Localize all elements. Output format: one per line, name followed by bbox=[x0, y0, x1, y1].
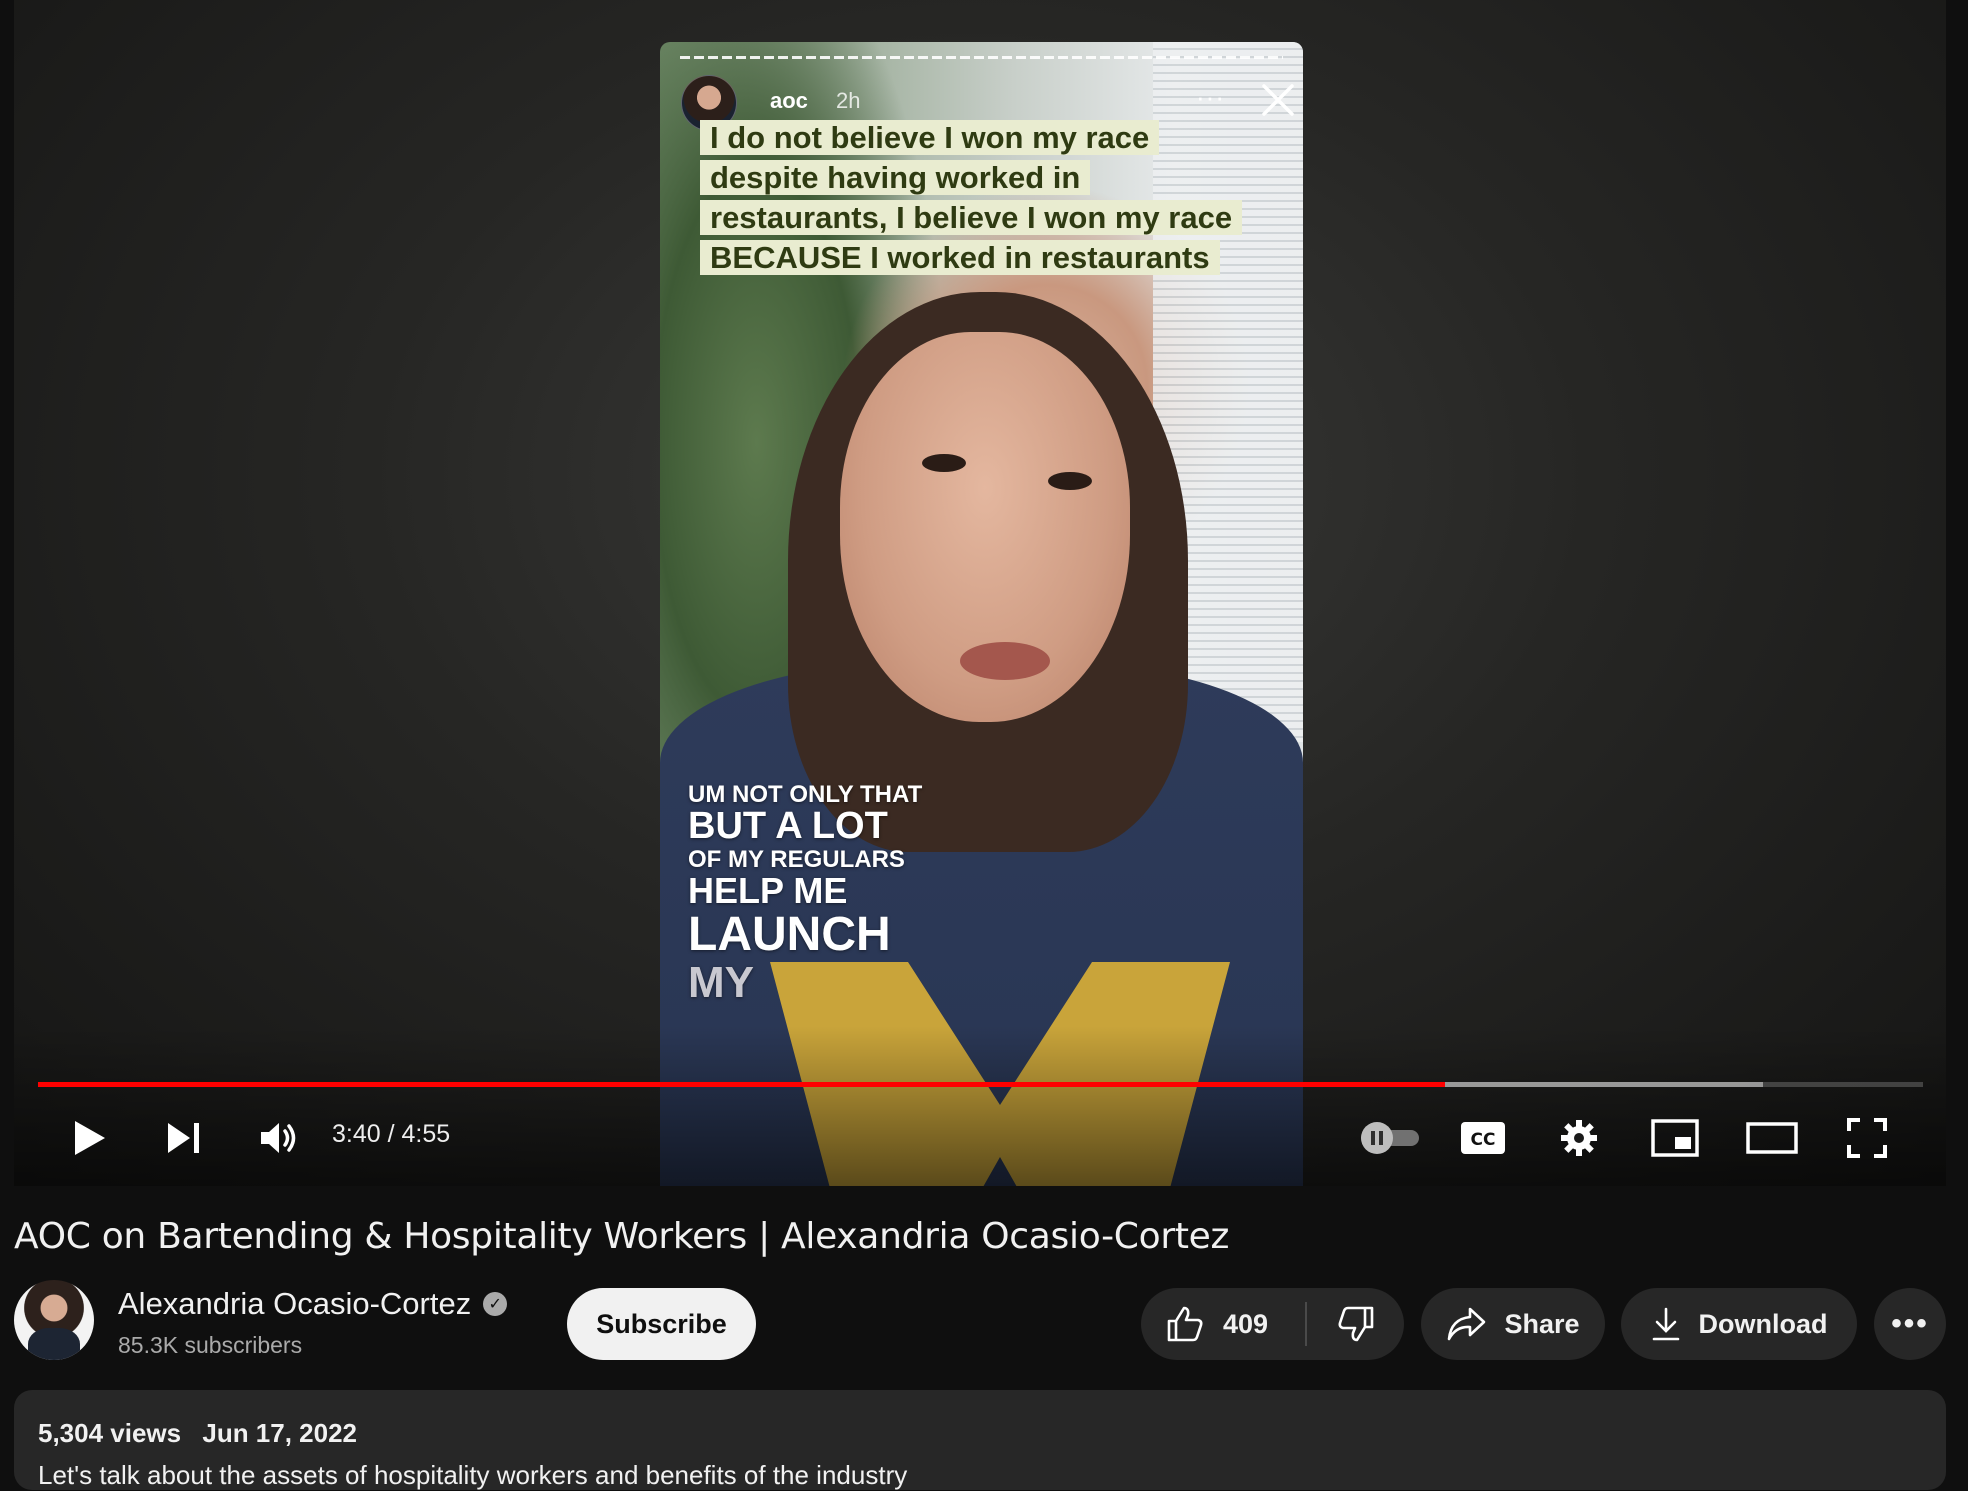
description-box[interactable]: 5,304 views Jun 17, 2022 Let's talk abou… bbox=[14, 1390, 1946, 1490]
caption-line: BECAUSE I worked in restaurants bbox=[700, 240, 1220, 275]
subtitle-line: BUT A LOT bbox=[688, 805, 888, 848]
channel-name[interactable]: Alexandria Ocasio-Cortez bbox=[118, 1286, 471, 1322]
mouth bbox=[960, 642, 1050, 680]
subtitle-line: MY bbox=[688, 958, 754, 1008]
share-icon bbox=[1448, 1307, 1486, 1341]
story-caption: I do not believe I won my race despite h… bbox=[700, 118, 1260, 278]
download-icon bbox=[1652, 1307, 1679, 1341]
thumbs-down-icon bbox=[1338, 1306, 1373, 1342]
like-button[interactable]: 409 bbox=[1141, 1288, 1305, 1360]
video-frame: aoc 2h ··· I do not believe I won my rac… bbox=[660, 42, 1303, 1186]
story-progress-bar bbox=[680, 56, 1283, 59]
played-progress bbox=[38, 1082, 1446, 1087]
autoplay-toggle[interactable] bbox=[1350, 1108, 1430, 1168]
channel-avatar[interactable] bbox=[14, 1280, 94, 1360]
view-count: 5,304 views bbox=[38, 1418, 182, 1448]
story-username: aoc bbox=[770, 88, 808, 113]
video-player[interactable]: aoc 2h ··· I do not believe I won my rac… bbox=[14, 0, 1946, 1186]
volume-icon bbox=[261, 1123, 296, 1153]
fullscreen-button[interactable] bbox=[1832, 1108, 1902, 1168]
theater-mode-button[interactable] bbox=[1734, 1108, 1810, 1168]
more-horizontal-icon: ••• bbox=[1891, 1307, 1929, 1340]
video-meta: 5,304 views Jun 17, 2022 bbox=[38, 1418, 357, 1449]
miniplayer-icon bbox=[1651, 1119, 1699, 1157]
subtitle-line: LAUNCH bbox=[688, 908, 891, 962]
like-dislike-group: 409 bbox=[1141, 1288, 1404, 1360]
captions-button[interactable]: CC bbox=[1448, 1108, 1518, 1168]
subtitle-line: UM NOT ONLY THAT bbox=[688, 781, 923, 808]
caption-line: I do not believe I won my race bbox=[700, 120, 1160, 155]
gear-icon bbox=[1561, 1120, 1597, 1156]
left-eye bbox=[922, 454, 966, 472]
settings-button[interactable] bbox=[1544, 1108, 1614, 1168]
theater-mode-icon bbox=[1746, 1122, 1798, 1154]
play-icon bbox=[75, 1121, 105, 1155]
miniplayer-button[interactable] bbox=[1640, 1108, 1710, 1168]
right-eye bbox=[1048, 472, 1092, 490]
share-button[interactable]: Share bbox=[1421, 1288, 1605, 1360]
subscriber-count: 85.3K subscribers bbox=[118, 1332, 303, 1358]
download-label: Download bbox=[1698, 1308, 1828, 1339]
story-more-icon: ··· bbox=[1196, 82, 1225, 112]
story-close-icon bbox=[1262, 84, 1294, 116]
channel-name-row[interactable]: Alexandria Ocasio-Cortez ✓ bbox=[118, 1286, 508, 1322]
description-snippet: Let's talk about the assets of hospitali… bbox=[38, 1460, 908, 1490]
more-actions-button[interactable]: ••• bbox=[1874, 1288, 1946, 1360]
fullscreen-icon bbox=[1847, 1118, 1887, 1158]
skip-next-icon bbox=[168, 1123, 199, 1153]
progress-bar[interactable] bbox=[38, 1082, 1923, 1087]
autoplay-toggle-icon bbox=[1361, 1122, 1419, 1154]
dislike-button[interactable] bbox=[1307, 1288, 1404, 1360]
time-display: 3:40 / 4:55 bbox=[332, 1120, 451, 1148]
share-label: Share bbox=[1504, 1308, 1580, 1339]
svg-text:CC: CC bbox=[1471, 1130, 1496, 1150]
subtitle-line: HELP ME bbox=[688, 870, 848, 912]
play-button[interactable] bbox=[60, 1108, 120, 1168]
video-title: AOC on Bartending & Hospitality Workers … bbox=[14, 1216, 1230, 1257]
next-button[interactable] bbox=[154, 1108, 214, 1168]
thumbs-up-icon bbox=[1167, 1306, 1203, 1342]
upload-date: Jun 17, 2022 bbox=[202, 1418, 358, 1448]
caption-line: despite having worked in bbox=[700, 160, 1091, 195]
subscribe-button[interactable]: Subscribe bbox=[567, 1288, 756, 1360]
cc-icon: CC bbox=[1461, 1122, 1505, 1154]
download-button[interactable]: Download bbox=[1621, 1288, 1857, 1360]
burned-in-subtitle: UM NOT ONLY THAT BUT A LOT OF MY REGULAR… bbox=[688, 782, 922, 1007]
subtitle-line: OF MY REGULARS bbox=[688, 846, 905, 874]
story-timestamp: 2h bbox=[836, 88, 861, 113]
like-count: 409 bbox=[1223, 1308, 1269, 1339]
mute-button[interactable] bbox=[250, 1108, 310, 1168]
caption-line: restaurants, I believe I won my race bbox=[700, 200, 1243, 235]
verified-badge-icon: ✓ bbox=[483, 1292, 508, 1316]
